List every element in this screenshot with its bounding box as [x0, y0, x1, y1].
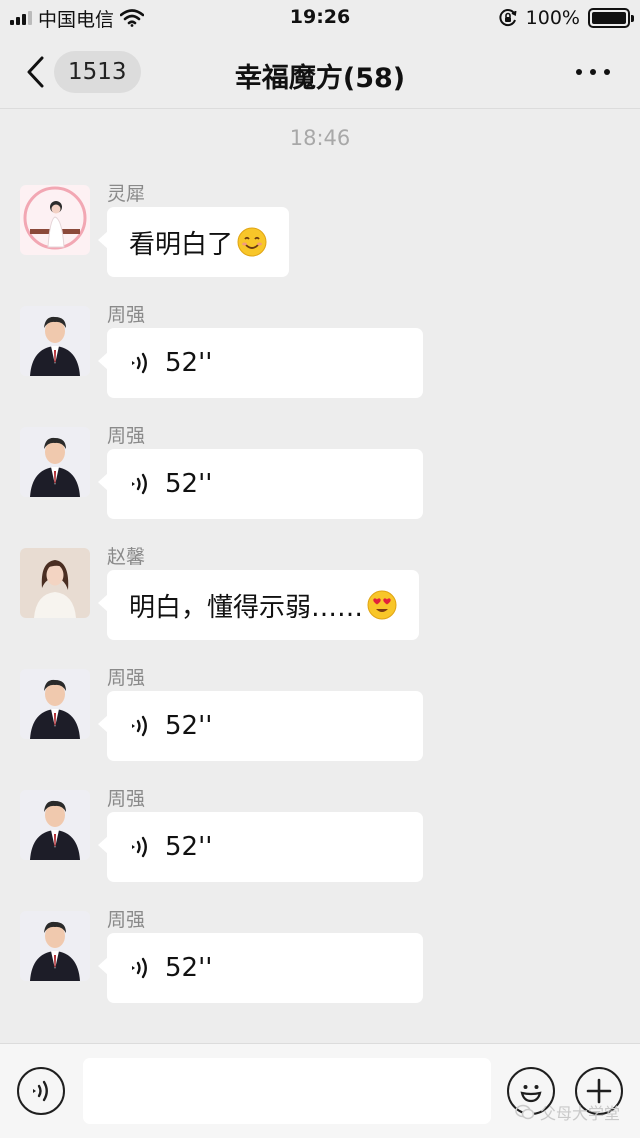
smiling-face-emoji: [237, 227, 267, 257]
orientation-lock-icon: [499, 9, 517, 27]
sender-name: 灵犀: [107, 183, 146, 205]
voice-duration: 52'': [165, 832, 213, 862]
more-icon[interactable]: [576, 66, 610, 78]
voice-mode-icon: [33, 1080, 48, 1102]
voice-waves-icon: [132, 715, 147, 737]
status-right: 100%: [498, 6, 634, 30]
wechat-logo-icon: [515, 1104, 535, 1120]
voice-duration: 52'': [165, 711, 213, 741]
message-row: 周强 52'': [0, 788, 640, 900]
sender-name: 周强: [107, 425, 146, 447]
status-bar: 中国电信 19:26 100%: [0, 0, 640, 36]
avatar[interactable]: [20, 548, 90, 618]
watermark: 父母大学堂: [515, 1100, 620, 1124]
sender-name: 周强: [107, 304, 146, 326]
chat-message-list[interactable]: 18:46 灵犀 看明白了 周强 52'' 周强 52'' 赵馨 明白，懂得示弱…: [0, 110, 640, 1040]
timestamp-divider: 18:46: [289, 126, 351, 150]
voice-duration: 52'': [165, 953, 213, 983]
voice-message-bubble[interactable]: 52'': [98, 691, 423, 761]
voice-mode-button[interactable]: [17, 1067, 65, 1115]
sender-name: 周强: [107, 909, 146, 931]
voice-message-bubble[interactable]: 52'': [98, 449, 423, 519]
message-text: 看明白了: [129, 229, 234, 260]
sender-name: 赵馨: [107, 546, 146, 568]
voice-duration: 52'': [165, 469, 213, 499]
battery-icon: [588, 8, 634, 28]
sender-name: 周强: [107, 788, 146, 810]
voice-waves-icon: [132, 957, 147, 979]
voice-duration: 52'': [165, 348, 213, 378]
voice-waves-icon: [132, 473, 147, 495]
message-row: 周强 52'': [0, 909, 640, 1021]
nav-bar: 1513 幸福魔方(58): [0, 36, 640, 109]
message-row: 周强 52'': [0, 304, 640, 416]
battery-label: 100%: [525, 7, 580, 29]
sender-name: 周强: [107, 667, 146, 689]
text-message-bubble[interactable]: 明白，懂得示弱……: [97, 570, 420, 640]
voice-message-bubble[interactable]: 52'': [98, 812, 423, 882]
voice-waves-icon: [132, 836, 147, 858]
chat-title: 幸福魔方(58): [234, 63, 406, 94]
voice-message-bubble[interactable]: 52'': [98, 328, 423, 398]
message-text: 明白，懂得示弱……: [129, 592, 364, 623]
message-row: 周强 52'': [0, 425, 640, 537]
avatar[interactable]: [20, 306, 90, 376]
input-bar: 父母大学堂: [0, 1043, 640, 1138]
message-row: 周强 52'': [0, 667, 640, 779]
avatar[interactable]: [20, 427, 90, 497]
avatar[interactable]: [20, 185, 90, 255]
avatar[interactable]: [20, 669, 90, 739]
voice-waves-icon: [132, 352, 147, 374]
message-input[interactable]: [83, 1058, 491, 1124]
avatar[interactable]: [20, 790, 90, 860]
message-row: 赵馨 明白，懂得示弱……: [0, 546, 640, 658]
watermark-text: 父母大学堂: [539, 1104, 620, 1123]
text-message-bubble[interactable]: 看明白了: [97, 207, 290, 277]
voice-message-bubble[interactable]: 52'': [98, 933, 423, 1003]
message-row: 灵犀 看明白了: [0, 183, 640, 295]
avatar[interactable]: [20, 911, 90, 981]
heart-eyes-emoji: [367, 590, 397, 620]
